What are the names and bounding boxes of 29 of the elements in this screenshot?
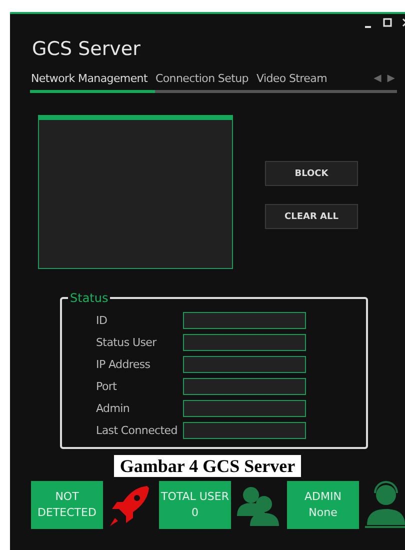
user-list[interactable] xyxy=(38,115,233,269)
tab[interactable]: Connection Setup xyxy=(156,72,248,85)
input-field[interactable] xyxy=(183,334,306,350)
maximize-icon[interactable] xyxy=(383,18,392,27)
input-field[interactable] xyxy=(183,378,306,394)
tile-value: 0 xyxy=(192,505,198,521)
headset-user-icon xyxy=(363,481,405,529)
field-label: ID xyxy=(96,314,108,326)
figure-caption: Gambar 4 GCS Server xyxy=(114,455,302,477)
input-field[interactable] xyxy=(183,356,306,372)
input-field[interactable] xyxy=(183,422,306,438)
action-button[interactable]: BLOCK xyxy=(265,161,358,186)
input-field[interactable] xyxy=(183,400,306,416)
tile-label: ADMIN xyxy=(304,489,342,505)
action-button[interactable]: CLEAR ALL xyxy=(265,204,358,229)
tile-label: NOT xyxy=(55,489,79,505)
tile-value: DETECTED xyxy=(38,505,96,521)
tile-value: None xyxy=(308,505,338,521)
field-label: Port xyxy=(96,380,118,392)
window-title: GCS Server xyxy=(32,38,142,60)
tab[interactable]: Video Stream xyxy=(256,72,327,85)
field-label: Status User xyxy=(96,336,158,348)
field-label: IP Address xyxy=(96,358,152,370)
field-label: Last Connected xyxy=(96,424,178,436)
group-title: Status xyxy=(69,291,110,305)
tile-label: TOTAL USER xyxy=(160,489,230,505)
input-field[interactable] xyxy=(183,312,306,328)
field-label: Admin xyxy=(96,402,131,414)
tab[interactable]: Network Management xyxy=(31,72,148,85)
